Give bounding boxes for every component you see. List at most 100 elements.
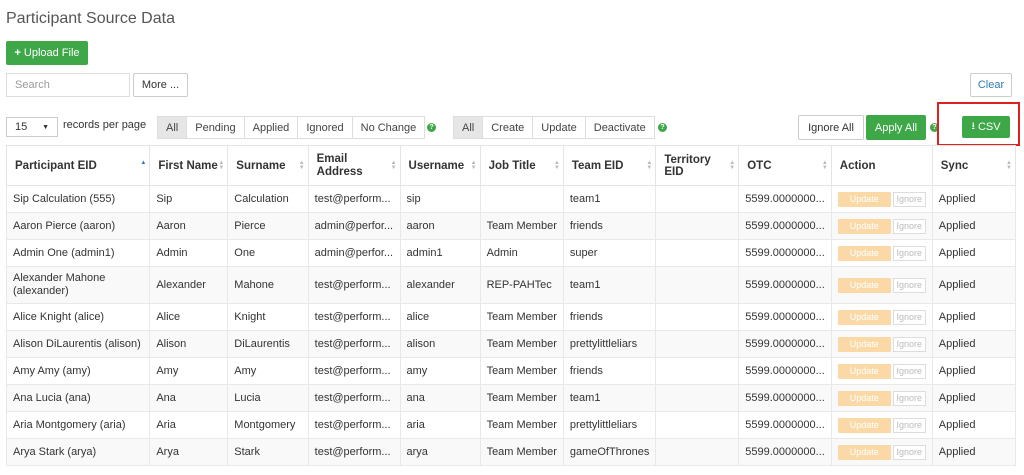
row-update-button[interactable]: Update	[837, 309, 891, 325]
sort-icon: ▲ ▼	[470, 160, 477, 171]
table-row[interactable]: Amy Amy (amy) Amy Amy test@perform... amy Tea…	[5, 357, 1017, 385]
cell-username: alison	[399, 330, 481, 358]
row-update-button[interactable]: Update	[837, 218, 891, 234]
row-update-button[interactable]: Update	[837, 191, 891, 207]
csv-highlight-box	[937, 102, 1020, 146]
status-help-icon[interactable]: ?	[427, 123, 436, 132]
cell-sync: Applied	[931, 266, 1017, 304]
sort-icon: ▲ ▼	[553, 160, 560, 171]
plus-icon: +	[14, 47, 21, 59]
ignore-all-button[interactable]: Ignore All	[798, 115, 864, 140]
action-filter-all[interactable]: All	[453, 116, 484, 139]
row-ignore-button[interactable]: Ignore	[892, 390, 926, 406]
cell-otc: 5599.0000000...	[738, 303, 832, 331]
more-button[interactable]: More ...	[133, 73, 188, 97]
row-ignore-button[interactable]: Ignore	[892, 336, 926, 352]
records-per-page-label: records per page	[63, 119, 147, 131]
search-input[interactable]	[6, 73, 130, 97]
apply-all-button[interactable]: Apply All	[866, 115, 926, 140]
action-filter-deactivate[interactable]: Deactivate	[585, 116, 655, 139]
row-update-button[interactable]: Update	[837, 417, 891, 433]
cell-team-eid: team1	[562, 384, 657, 412]
col-email-address[interactable]: Email Address ▲ ▼	[307, 145, 401, 186]
cell-surname: Montgomery	[227, 411, 309, 439]
col-username[interactable]: Username ▲ ▼	[399, 145, 481, 186]
cell-otc: 5599.0000000...	[738, 212, 832, 240]
sort-icon: ▲ ▼	[646, 160, 653, 171]
col-otc[interactable]: OTC ▲ ▼	[738, 145, 832, 186]
action-filter-create[interactable]: Create	[483, 116, 534, 139]
cell-first-name: Arya	[149, 438, 229, 466]
col-job-title[interactable]: Job Title ▲ ▼	[479, 145, 564, 186]
cell-otc: 5599.0000000...	[738, 384, 832, 412]
cell-username: sip	[399, 185, 481, 213]
cell-sync: Applied	[931, 303, 1017, 331]
row-update-button[interactable]: Update	[837, 336, 891, 352]
row-ignore-button[interactable]: Ignore	[892, 444, 926, 460]
cell-territory-eid	[655, 266, 740, 304]
row-update-button[interactable]: Update	[837, 444, 891, 460]
cell-first-name: Alexander	[149, 266, 229, 304]
table-row[interactable]: Admin One (admin1) Admin One admin@perfor..…	[5, 239, 1017, 267]
col-sync[interactable]: Sync ▲ ▼	[931, 145, 1017, 186]
status-filter-ignored[interactable]: Ignored	[298, 116, 353, 139]
records-per-page-value: 15	[15, 121, 28, 133]
col-surname[interactable]: Surname ▲ ▼	[227, 145, 309, 186]
action-help-icon[interactable]: ?	[658, 123, 667, 132]
sort-icon: ▲ ▼	[218, 160, 225, 171]
table-row[interactable]: Alice Knight (alice) Alice Knight test@perf…	[5, 303, 1017, 331]
table-row[interactable]: Arya Stark (arya) Arya Stark test@perform..…	[5, 438, 1017, 466]
action-filter-update[interactable]: Update	[533, 116, 586, 139]
cell-username: amy	[399, 357, 481, 385]
row-update-button[interactable]: Update	[837, 363, 891, 379]
row-update-button[interactable]: Update	[837, 390, 891, 406]
cell-team-eid: friends	[562, 212, 657, 240]
col-action: Action	[830, 145, 933, 186]
sort-icon: ▲ ▼	[821, 160, 828, 171]
cell-action: Update Ignore	[830, 266, 933, 304]
cell-first-name: Alison	[149, 330, 229, 358]
status-filter-pending[interactable]: Pending	[187, 116, 245, 139]
status-filter-no-change[interactable]: No Change	[352, 116, 426, 139]
clear-button[interactable]: Clear	[970, 73, 1012, 97]
cell-territory-eid	[655, 185, 740, 213]
row-ignore-button[interactable]: Ignore	[892, 277, 926, 293]
cell-username: alexander	[399, 266, 481, 304]
col-first-name[interactable]: First Name ▲ ▼	[149, 145, 229, 186]
row-ignore-button[interactable]: Ignore	[892, 309, 926, 325]
cell-first-name: Aria	[149, 411, 229, 439]
upload-file-button[interactable]: + Upload File	[6, 41, 88, 65]
row-ignore-button[interactable]: Ignore	[892, 245, 926, 261]
cell-sync: Applied	[931, 384, 1017, 412]
table-row[interactable]: Aria Montgomery (aria) Aria Montgomery test…	[5, 411, 1017, 439]
sort-icon: ▲ ▼	[729, 160, 736, 171]
cell-participant-eid: Sip Calculation (555)	[5, 185, 151, 213]
sort-icon: ▲ ▼	[1006, 160, 1012, 171]
table-row[interactable]: Aaron Pierce (aaron) Aaron Pierce admin@per…	[5, 212, 1017, 240]
page-title: Participant Source Data	[6, 10, 175, 27]
action-filter-group: All Create Update Deactivate	[453, 116, 655, 139]
row-ignore-button[interactable]: Ignore	[892, 218, 926, 234]
col-participant-eid[interactable]: Participant EID ▲	[5, 145, 151, 186]
col-territory-eid[interactable]: Territory EID ▲ ▼	[655, 145, 740, 186]
sort-icon: ▲ ▼	[298, 160, 305, 171]
sort-icon: ▲ ▼	[390, 160, 397, 171]
row-update-button[interactable]: Update	[837, 277, 891, 293]
table-row[interactable]: Sip Calculation (555) Sip Calculation test@…	[5, 185, 1017, 213]
cell-job-title: Team Member	[479, 303, 564, 331]
table-row[interactable]: Alison DiLaurentis (alison) Alison DiLaure…	[5, 330, 1017, 358]
table-row[interactable]: Ana Lucia (ana) Ana Lucia test@perform... an…	[5, 384, 1017, 412]
table-row[interactable]: Alexander Mahone (alexander) Alexander Mah…	[5, 266, 1017, 304]
row-ignore-button[interactable]: Ignore	[892, 363, 926, 379]
row-update-button[interactable]: Update	[837, 245, 891, 261]
row-ignore-button[interactable]: Ignore	[892, 191, 926, 207]
cell-job-title: REP-PAHTec	[479, 266, 564, 304]
col-team-eid[interactable]: Team EID ▲ ▼	[562, 145, 657, 186]
records-per-page-select[interactable]: 15 ▼	[6, 117, 58, 137]
row-ignore-button[interactable]: Ignore	[892, 417, 926, 433]
cell-team-eid: prettylittleliars	[562, 411, 657, 439]
status-filter-all[interactable]: All	[157, 116, 188, 139]
cell-job-title: Team Member	[479, 384, 564, 412]
status-filter-applied[interactable]: Applied	[244, 116, 299, 139]
cell-email: test@perform...	[307, 303, 401, 331]
